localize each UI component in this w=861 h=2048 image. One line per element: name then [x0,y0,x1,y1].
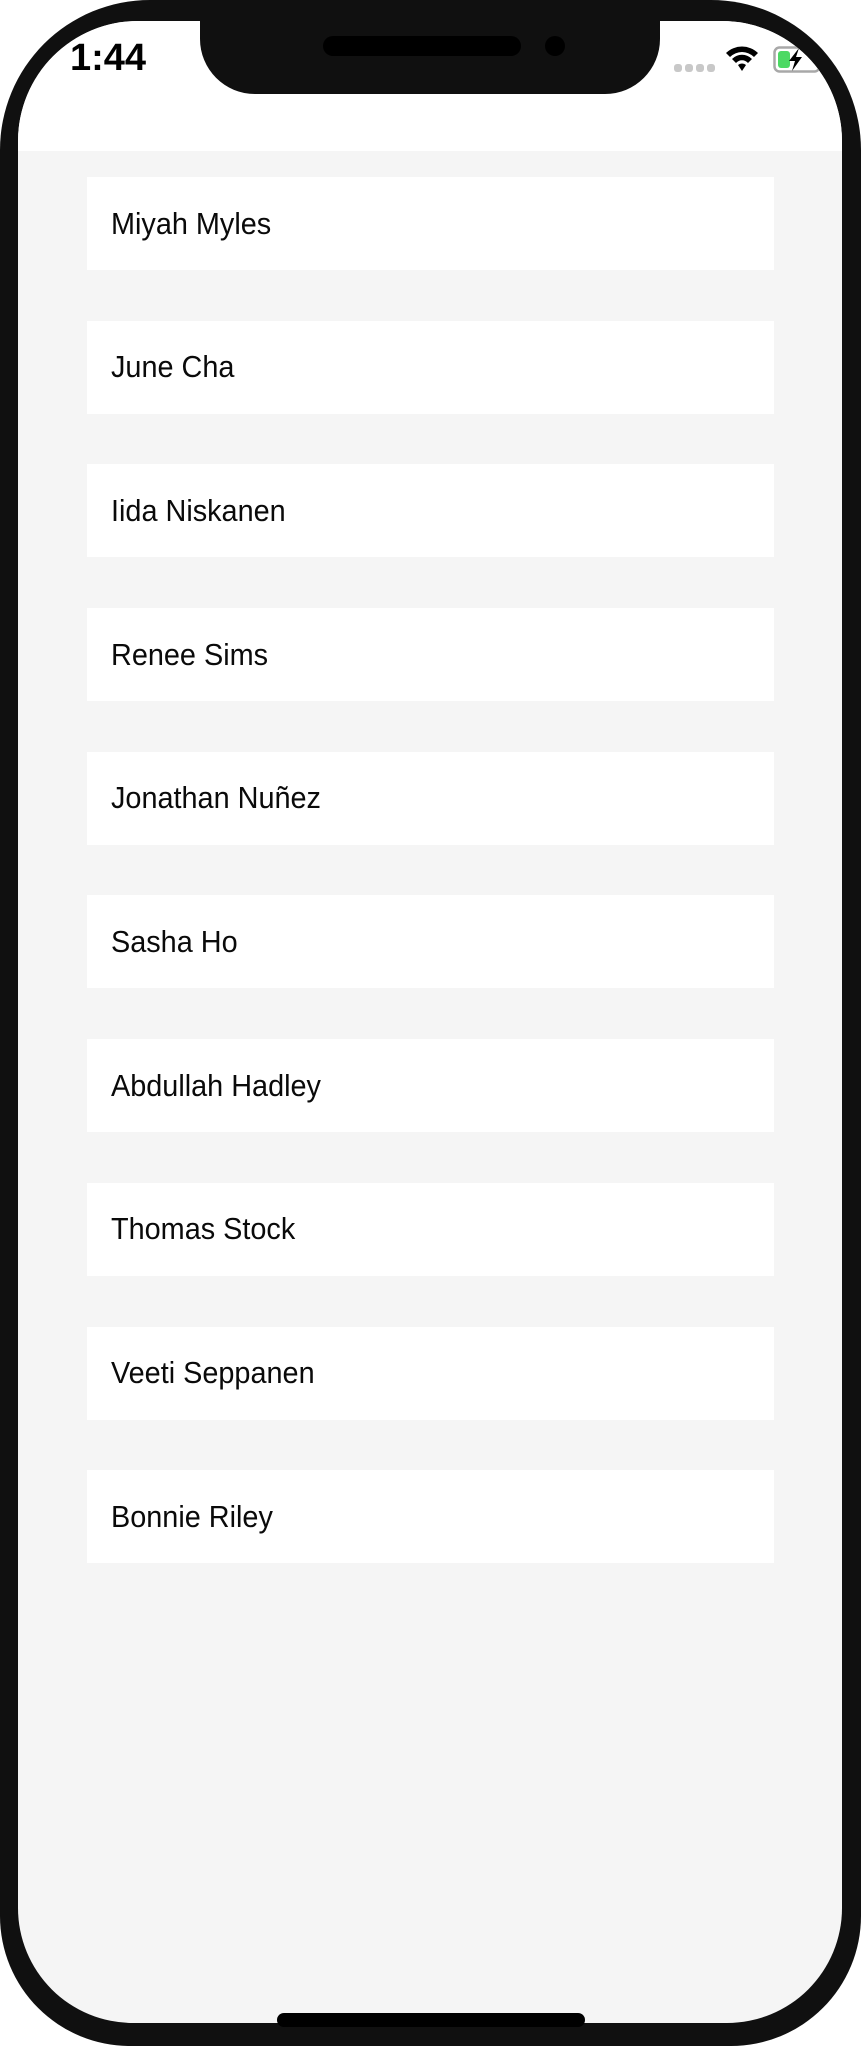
list-item[interactable]: June Cha [87,320,774,414]
contact-name: Sasha Ho [111,923,238,959]
list-item[interactable]: Jonathan Nuñez [87,751,774,845]
screen: 1:44 Miyah Myles June Cha Iida Niskanen … [18,21,842,2023]
list-item[interactable]: Abdullah Hadley [87,1039,774,1133]
status-time: 1:44 [70,37,147,79]
contact-name: Renee Sims [111,636,269,672]
contact-name: Thomas Stock [111,1211,296,1247]
contact-name: Iida Niskanen [111,492,286,528]
phone-frame: 1:44 Miyah Myles June Cha Iida Niskanen … [0,0,861,2046]
notch [200,21,660,94]
list-item[interactable]: Renee Sims [87,608,774,702]
list-item[interactable]: Miyah Myles [87,177,774,270]
front-camera [545,36,565,56]
contact-name: Bonnie Riley [111,1498,273,1534]
list-item[interactable]: Iida Niskanen [87,464,774,558]
contact-name: Jonathan Nuñez [111,780,321,816]
cellular-signal-icon [674,64,715,72]
list-item[interactable]: Sasha Ho [87,895,774,989]
wifi-icon [726,46,758,71]
speaker-grille [323,36,521,56]
status-bar: 1:44 [18,21,842,151]
list-item[interactable]: Thomas Stock [87,1182,774,1276]
contact-name: Veeti Seppanen [111,1355,315,1390]
contact-name: Miyah Myles [111,205,272,241]
contact-name: Abdullah Hadley [111,1067,321,1103]
battery-charging-icon [773,46,824,73]
contact-name: June Cha [111,349,235,385]
list-item[interactable]: Veeti Seppanen [87,1326,774,1420]
contact-list: Miyah Myles June Cha Iida Niskanen Renee… [87,177,774,1614]
list-item[interactable]: Bonnie Riley [87,1470,774,1564]
home-indicator[interactable] [277,2013,585,2027]
